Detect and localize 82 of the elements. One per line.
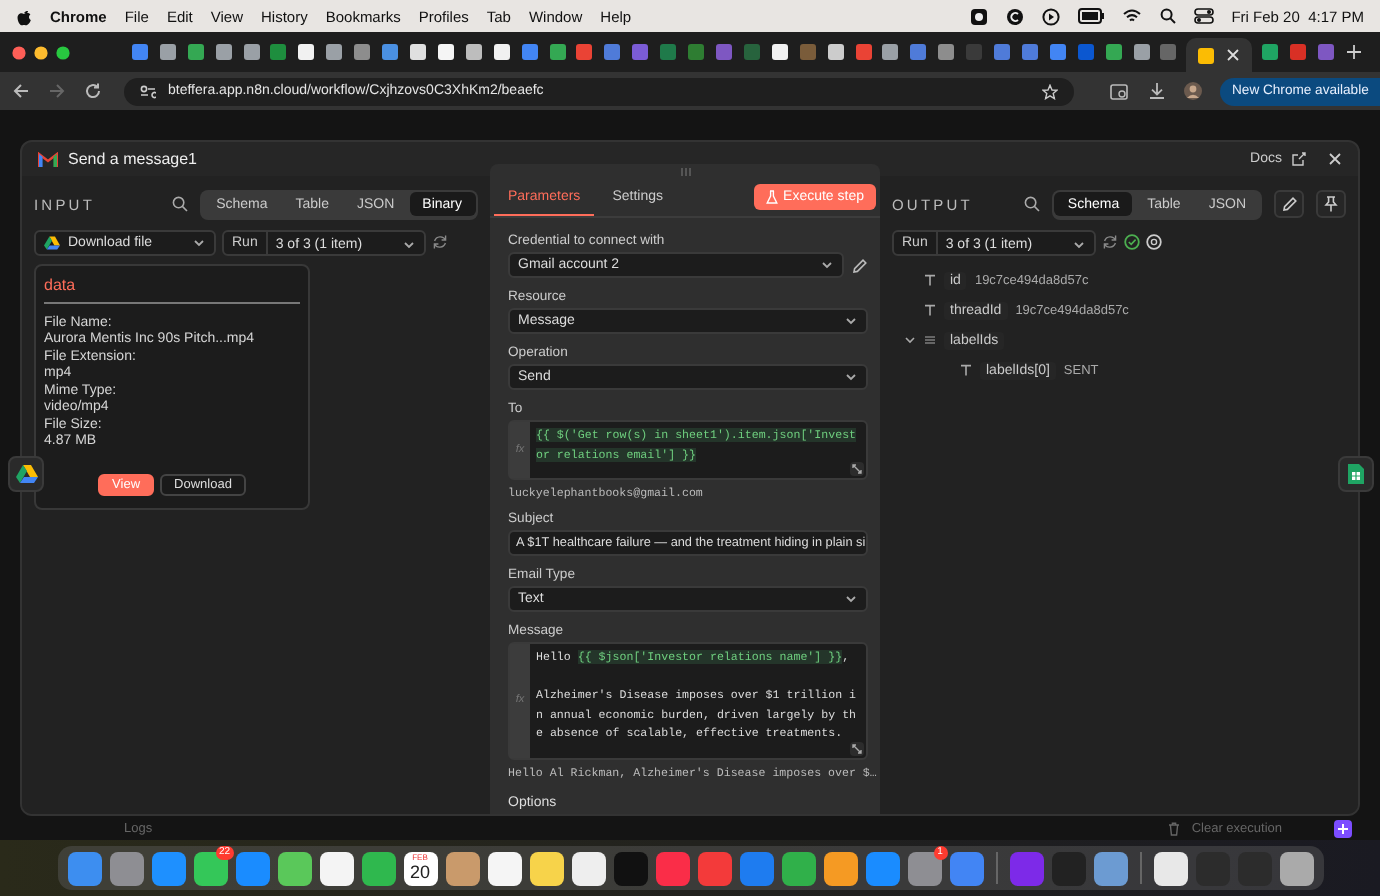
drive-node-button[interactable] bbox=[8, 456, 44, 492]
search-icon[interactable] bbox=[1159, 8, 1176, 24]
favicon-icon[interactable] bbox=[465, 44, 482, 60]
node-title: Send a message1 bbox=[68, 150, 197, 168]
binary-name: data bbox=[44, 276, 300, 304]
favicon-icon[interactable] bbox=[1198, 47, 1215, 63]
expand-icon[interactable] bbox=[850, 462, 864, 476]
app-icon[interactable] bbox=[1279, 851, 1313, 885]
favicon-icon[interactable] bbox=[437, 44, 454, 60]
app-icon[interactable] bbox=[529, 851, 563, 885]
battery-icon[interactable] bbox=[1077, 8, 1104, 24]
favicon-icon[interactable] bbox=[1133, 44, 1150, 60]
chevron-down-icon bbox=[844, 592, 858, 606]
circle-c-icon[interactable] bbox=[1005, 7, 1024, 25]
favicon-icon[interactable] bbox=[493, 44, 510, 60]
search-icon[interactable] bbox=[1023, 196, 1040, 212]
tab-search-icon[interactable] bbox=[1110, 83, 1130, 99]
app-icon[interactable] bbox=[277, 851, 311, 885]
chevron-down-icon bbox=[401, 237, 416, 251]
list-type-icon bbox=[924, 334, 936, 346]
favicon-icon[interactable] bbox=[298, 44, 315, 60]
favicon-icon[interactable] bbox=[827, 44, 844, 60]
refresh-icon[interactable] bbox=[1101, 234, 1118, 250]
drag-handle-icon[interactable] bbox=[677, 168, 693, 176]
gmail-logo-icon bbox=[38, 151, 58, 167]
apple-logo-icon bbox=[16, 7, 32, 25]
app-icon[interactable] bbox=[823, 851, 857, 885]
add-node-icon[interactable] bbox=[1334, 819, 1352, 837]
external-link-icon[interactable] bbox=[1292, 152, 1306, 166]
edit-button[interactable] bbox=[1274, 190, 1304, 218]
pin-button[interactable] bbox=[1316, 190, 1346, 218]
favicon-icon[interactable] bbox=[882, 44, 899, 60]
pin-icon bbox=[1324, 196, 1338, 212]
chevron-down-icon bbox=[1071, 237, 1086, 251]
avatar-icon[interactable] bbox=[1184, 82, 1202, 100]
refresh-icon[interactable] bbox=[431, 234, 448, 250]
app-icon[interactable] bbox=[445, 851, 479, 885]
favicon-icon[interactable] bbox=[159, 44, 176, 60]
reload-icon[interactable] bbox=[84, 82, 102, 100]
text-type-icon bbox=[924, 304, 936, 316]
back-icon[interactable] bbox=[12, 82, 30, 100]
expand-icon[interactable] bbox=[850, 741, 864, 755]
star-icon[interactable] bbox=[1042, 83, 1058, 99]
chevron-down-icon bbox=[820, 258, 834, 272]
pencil-icon[interactable] bbox=[852, 257, 868, 273]
chevron-down-icon bbox=[192, 235, 206, 249]
search-icon[interactable] bbox=[172, 196, 189, 212]
chevron-down-icon bbox=[844, 370, 858, 384]
drive-logo-icon bbox=[44, 235, 60, 249]
trash-icon[interactable] bbox=[1167, 821, 1180, 835]
app-icon[interactable] bbox=[319, 851, 353, 885]
text-type-icon bbox=[960, 364, 972, 376]
calendar-day: 20 bbox=[409, 861, 430, 883]
info-circle-icon[interactable] bbox=[1145, 234, 1162, 250]
wifi-icon[interactable] bbox=[1121, 8, 1142, 24]
app-icon[interactable] bbox=[571, 851, 605, 885]
play-icon[interactable] bbox=[1041, 7, 1060, 25]
favicon-icon[interactable] bbox=[410, 44, 427, 60]
plus-icon[interactable] bbox=[1346, 44, 1363, 60]
text-type-icon bbox=[924, 274, 936, 286]
app-icon[interactable] bbox=[1093, 851, 1127, 885]
app-icon[interactable] bbox=[1153, 851, 1187, 885]
favicon-icon[interactable] bbox=[243, 44, 260, 60]
site-settings-icon[interactable] bbox=[140, 83, 156, 99]
favicon-icon[interactable] bbox=[326, 44, 343, 60]
control-center-icon[interactable] bbox=[1193, 8, 1214, 24]
chevron-down-icon bbox=[844, 314, 858, 328]
screen-record-icon[interactable] bbox=[969, 7, 988, 25]
download-icon[interactable] bbox=[1148, 82, 1166, 100]
favicon-icon[interactable] bbox=[215, 44, 232, 60]
sheets-node-button[interactable] bbox=[1338, 456, 1374, 492]
close-icon[interactable] bbox=[1226, 48, 1241, 62]
drive-logo-icon bbox=[15, 464, 37, 484]
favicon-icon[interactable] bbox=[771, 44, 788, 60]
success-check-icon bbox=[1123, 234, 1140, 250]
flask-icon bbox=[765, 190, 778, 204]
chevron-down-icon[interactable] bbox=[904, 334, 916, 346]
sheets-logo-icon bbox=[1348, 464, 1364, 484]
app-icon[interactable] bbox=[487, 851, 521, 885]
pencil-icon bbox=[1281, 196, 1297, 212]
app-icon[interactable] bbox=[361, 851, 395, 885]
close-icon[interactable] bbox=[1328, 152, 1342, 166]
